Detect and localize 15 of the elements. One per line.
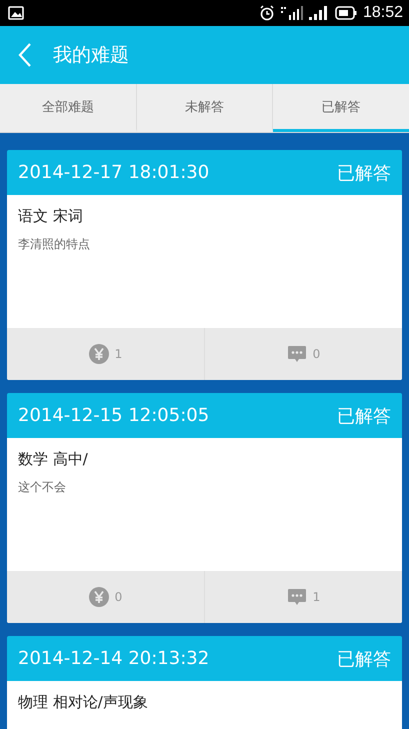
question-subject: 物理 相对论/声现象 [18,693,149,712]
question-status: 已解答 [337,404,391,428]
comments-button[interactable]: 0 [204,328,402,380]
question-status: 已解答 [337,162,391,184]
question-text: 李清照的特点 [18,236,91,253]
question-status: 已解答 [337,648,391,670]
clock-time: 18:52 [362,4,403,22]
comments-button[interactable]: 1 [204,571,402,623]
question-subject: 语文 宋词 [18,207,84,226]
question-time: 2014-12-14 20:13:32 [18,648,210,669]
question-subject: 数学 高中/ [18,450,89,469]
question-time: 2014-12-15 12:05:05 [18,405,210,426]
page-title: 我的难题 [53,43,129,68]
question-text: 这个不会 [18,479,67,496]
question-time: 2014-12-17 18:01:30 [18,162,210,183]
